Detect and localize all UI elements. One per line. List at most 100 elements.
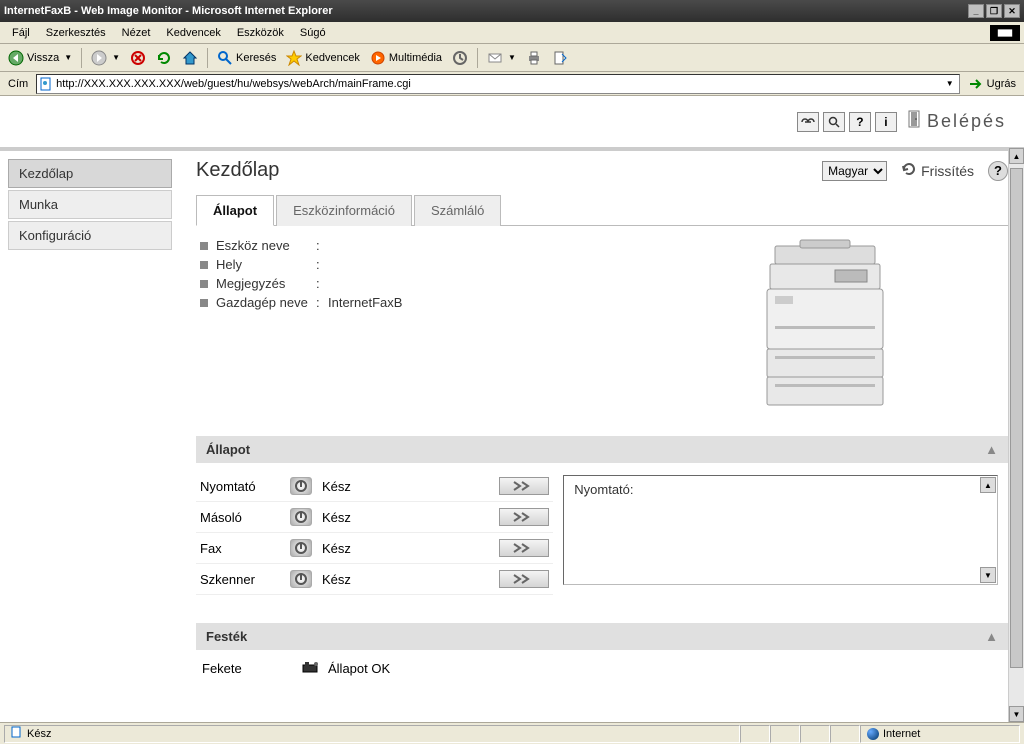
status-details-button[interactable]	[499, 477, 549, 495]
history-icon	[452, 50, 468, 66]
mail-button[interactable]: ▼	[483, 48, 520, 68]
search-button[interactable]: Keresés	[213, 48, 280, 68]
media-icon	[370, 50, 386, 66]
language-select[interactable]: Magyar	[822, 161, 887, 181]
home-button[interactable]	[178, 48, 202, 68]
status-ready-icon	[290, 570, 312, 588]
go-icon	[968, 76, 984, 92]
status-ready-icon	[290, 477, 312, 495]
toner-row-black: Fekete Állapot OK	[196, 650, 1008, 687]
device-info: Eszköz neve: Hely: Megjegyzés: Gazdagép …	[196, 236, 643, 416]
star-icon	[286, 50, 302, 66]
address-label: Cím	[4, 78, 32, 90]
search-icon	[217, 50, 233, 66]
toner-cartridge-icon	[302, 660, 322, 677]
menu-edit[interactable]: Szerkesztés	[38, 25, 114, 41]
media-button[interactable]: Multimédia	[366, 48, 446, 68]
forward-arrow-icon	[91, 50, 107, 66]
window-titlebar: InternetFaxB - Web Image Monitor - Micro…	[0, 0, 1024, 22]
page-title: Kezdőlap	[196, 159, 822, 182]
close-button[interactable]: ✕	[1004, 4, 1020, 18]
refresh-circle-icon	[901, 161, 917, 180]
device-name-label: Eszköz neve	[216, 238, 316, 253]
device-host-label: Gazdagép neve	[216, 295, 316, 310]
address-dropdown[interactable]: ▼	[943, 79, 957, 88]
help-header-icon[interactable]: ?	[849, 112, 871, 132]
browser-statusbar: Kész Internet	[0, 722, 1024, 744]
maximize-button[interactable]: ❐	[986, 4, 1002, 18]
tab-bar: Állapot Eszközinformáció Számláló	[196, 194, 1008, 226]
menu-favorites[interactable]: Kedvencek	[158, 25, 228, 41]
ie-logo-icon	[990, 25, 1020, 41]
browser-toolbar: Vissza ▼ ▼ Keresés Kedvencek Multimédia …	[0, 44, 1024, 72]
edit-button[interactable]	[548, 48, 572, 68]
tab-status[interactable]: Állapot	[196, 195, 274, 226]
back-button[interactable]: Vissza ▼	[4, 48, 76, 68]
status-details-button[interactable]	[499, 570, 549, 588]
sidebar-item-config[interactable]: Konfiguráció	[8, 221, 172, 250]
content-area: Kezdőlap Magyar Frissítés ? Állapot Eszk…	[180, 151, 1024, 692]
main-area: Kezdőlap Munka Konfiguráció Kezdőlap Mag…	[0, 148, 1024, 692]
stop-icon	[130, 50, 146, 66]
menu-file[interactable]: Fájl	[4, 25, 38, 41]
page-scrollbar[interactable]: ▲ ▼	[1008, 148, 1024, 722]
statusbar-ready: Kész	[27, 728, 51, 740]
home-icon	[182, 50, 198, 66]
toner-status: Állapot OK	[328, 661, 390, 676]
status-details-button[interactable]	[499, 539, 549, 557]
refresh-icon	[156, 50, 172, 66]
go-button[interactable]: Ugrás	[964, 76, 1020, 92]
statusbar-zone: Internet	[883, 728, 920, 740]
status-message-box: Nyomtató: ▲ ▼	[563, 475, 998, 585]
link-icon[interactable]	[797, 112, 819, 132]
address-url: http://XXX.XXX.XXX.XXX/web/guest/hu/webs…	[56, 78, 942, 90]
page-help-button[interactable]: ?	[988, 161, 1008, 181]
print-icon	[526, 50, 542, 66]
favorites-button[interactable]: Kedvencek	[282, 48, 363, 68]
device-comment-label: Megjegyzés	[216, 276, 316, 291]
window-title: InternetFaxB - Web Image Monitor - Micro…	[4, 5, 333, 17]
printer-illustration-icon	[745, 236, 905, 416]
menu-view[interactable]: Nézet	[114, 25, 159, 41]
edit-icon	[552, 50, 568, 66]
tab-device-info[interactable]: Eszközinformáció	[276, 195, 412, 226]
address-bar: Cím http://XXX.XXX.XXX.XXX/web/guest/hu/…	[0, 72, 1024, 96]
menu-help[interactable]: Súgó	[292, 25, 334, 41]
address-field[interactable]: http://XXX.XXX.XXX.XXX/web/guest/hu/webs…	[36, 74, 959, 94]
collapse-icon[interactable]: ▲	[985, 442, 998, 457]
back-arrow-icon	[8, 50, 24, 66]
section-toner-header: Festék ▲	[196, 623, 1008, 650]
info-header-icon[interactable]: i	[875, 112, 897, 132]
tab-counter[interactable]: Számláló	[414, 195, 501, 226]
device-location-label: Hely	[216, 257, 316, 272]
scroll-up-button[interactable]: ▲	[980, 477, 996, 493]
status-details-button[interactable]	[499, 508, 549, 526]
page-icon	[39, 77, 53, 91]
collapse-icon[interactable]: ▲	[985, 629, 998, 644]
refresh-button[interactable]	[152, 48, 176, 68]
login-button[interactable]: Belépés	[901, 110, 1012, 133]
sidebar: Kezdőlap Munka Konfiguráció	[0, 151, 180, 692]
mail-icon	[487, 50, 503, 66]
menu-bar: Fájl Szerkesztés Nézet Kedvencek Eszközö…	[0, 22, 1024, 44]
scroll-down-button[interactable]: ▼	[980, 567, 996, 583]
status-row-copier: Másoló Kész	[196, 502, 553, 533]
history-button[interactable]	[448, 48, 472, 68]
device-host-value: InternetFaxB	[328, 295, 402, 310]
app-header: ? i Belépés	[0, 96, 1024, 148]
status-message-label: Nyomtató:	[574, 482, 633, 497]
status-row-printer: Nyomtató Kész	[196, 471, 553, 502]
forward-button[interactable]: ▼	[87, 48, 124, 68]
search-header-icon[interactable]	[823, 112, 845, 132]
menu-tools[interactable]: Eszközök	[229, 25, 292, 41]
page-refresh-button[interactable]: Frissítés	[901, 161, 974, 180]
sidebar-item-home[interactable]: Kezdőlap	[8, 159, 172, 188]
status-row-fax: Fax Kész	[196, 533, 553, 564]
status-ready-icon	[290, 539, 312, 557]
globe-icon	[867, 728, 879, 740]
print-button[interactable]	[522, 48, 546, 68]
minimize-button[interactable]: _	[968, 4, 984, 18]
sidebar-item-job[interactable]: Munka	[8, 190, 172, 219]
stop-button[interactable]	[126, 48, 150, 68]
section-status-header: Állapot ▲	[196, 436, 1008, 463]
